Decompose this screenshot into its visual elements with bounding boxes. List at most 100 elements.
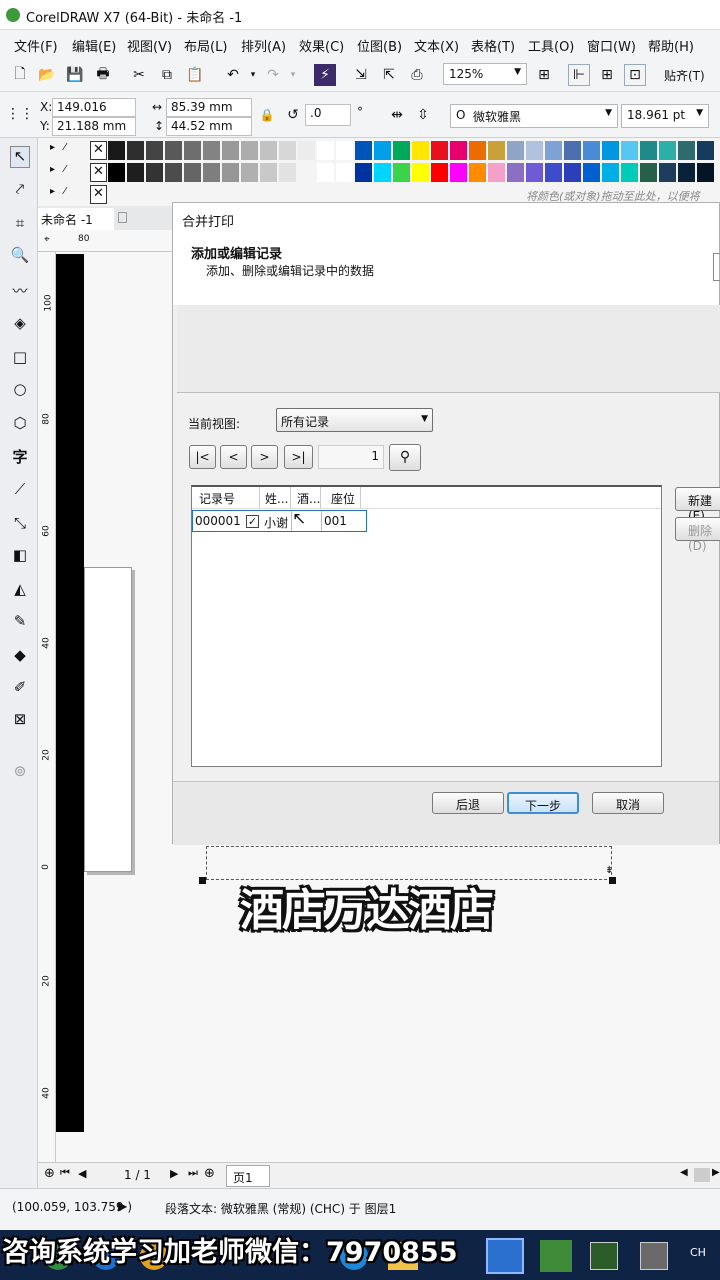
document-tab[interactable]: 未命名 -1 [38,208,114,230]
menu-effects[interactable]: 效果(C) [299,36,344,55]
text-tool-icon[interactable]: 字 [10,446,30,468]
connector-tool-icon[interactable]: ⤡ [10,514,30,536]
column-header-record-no[interactable]: 记录号 [192,487,260,508]
first-page-icon[interactable]: ⏮ [60,1166,70,1180]
menu-tools[interactable]: 工具(O) [528,36,574,55]
ellipse-tool-icon[interactable]: ○ [10,380,30,402]
color-swatch[interactable] [317,163,334,182]
color-swatch[interactable] [317,141,334,160]
menu-view[interactable]: 视图(V) [127,36,172,55]
menu-text[interactable]: 文本(X) [414,36,459,55]
rectangle-tool-icon[interactable]: □ [10,348,30,370]
last-page-icon[interactable]: ⏭ [188,1166,198,1180]
tab-close-icon[interactable] [118,212,127,223]
crop-tool-icon[interactable]: ⌗ [10,214,30,236]
table-row[interactable]: 000001 ✓ 小谢 001 [192,510,367,532]
add-page-icon[interactable]: ⊕ [44,1166,55,1181]
font-size-combo[interactable]: 18.961 pt ▼ [621,104,709,128]
menu-bitmaps[interactable]: 位图(B) [357,36,402,55]
prev-page-icon[interactable]: ◀ [78,1167,86,1180]
color-swatch[interactable] [640,141,657,160]
dimension-tool-icon[interactable]: ⟋ [10,480,30,502]
name-cell[interactable]: 小谢 [264,514,288,531]
color-swatch[interactable] [526,163,543,182]
color-swatch[interactable] [260,141,277,160]
color-swatch[interactable] [659,163,676,182]
color-swatch[interactable] [659,141,676,160]
redo-icon[interactable]: ↷ [262,64,284,86]
font-list-combo[interactable]: O 微软雅黑 ▼ [450,104,618,128]
color-swatch[interactable] [545,163,562,182]
color-swatch[interactable] [526,141,543,160]
eyedropper-icon[interactable]: ⁄ [64,186,66,197]
color-swatch[interactable] [108,141,125,160]
open-folder-icon[interactable]: 📂 [36,64,58,86]
color-swatch[interactable] [431,141,448,160]
language-indicator[interactable]: CH [690,1246,706,1259]
corel-connect-icon[interactable]: ⚡ [314,64,336,86]
paste-icon[interactable]: 📋 [184,64,206,86]
seat-cell[interactable]: 001 [324,514,347,528]
color-swatch[interactable] [184,141,201,160]
record-include-checkbox[interactable]: ✓ [246,515,259,528]
undo-dropdown-icon[interactable]: ▾ [242,64,264,86]
taskbar-app2-icon[interactable] [590,1242,618,1270]
horizontal-scrollbar[interactable] [694,1168,710,1182]
column-header-seat[interactable]: 座位 [321,487,361,508]
smart-drawing-icon[interactable]: ✐ [10,678,30,700]
color-swatch[interactable] [203,141,220,160]
menu-layout[interactable]: 布局(L) [184,36,227,55]
status-expand-icon[interactable]: ▶ [118,1199,127,1213]
color-swatch[interactable] [583,141,600,160]
no-color-swatch[interactable]: ✕ [90,185,107,204]
last-record-button[interactable]: >| [284,445,313,469]
find-binoculars-icon[interactable]: ⚲ [389,444,421,471]
text-flow-icon[interactable]: ⇟ [605,865,613,876]
current-view-select[interactable]: 所有记录 ▼ [276,408,433,432]
color-swatch[interactable] [146,163,163,182]
color-swatch[interactable] [355,163,372,182]
color-swatch[interactable] [241,141,258,160]
color-swatch[interactable] [602,163,619,182]
color-swatch[interactable] [678,163,695,182]
color-swatch[interactable] [621,163,638,182]
taskbar-app3-icon[interactable] [640,1242,668,1270]
rotation-angle-field[interactable]: .0 [305,104,351,126]
back-button[interactable]: 后退 [432,792,504,814]
color-swatch[interactable] [260,163,277,182]
black-rectangle-object[interactable] [56,254,84,1132]
menu-table[interactable]: 表格(T) [471,36,515,55]
y-position-field[interactable]: 21.188 mm [52,117,136,136]
rotate-icon[interactable]: ↺ [282,104,304,126]
mirror-vertical-icon[interactable]: ⇳ [412,104,434,126]
save-icon[interactable]: 💾 [64,64,86,86]
import-icon[interactable]: ⇲ [350,64,372,86]
color-swatch[interactable] [222,163,239,182]
palette-scroll-icon[interactable]: ▸ [50,164,55,175]
scroll-left-icon[interactable]: ◀ [680,1167,688,1178]
guidelines-icon[interactable]: ⊡ [624,64,646,86]
expand-toolbox-icon[interactable]: ⊚ [10,762,30,784]
export-icon[interactable]: ⇱ [378,64,400,86]
color-swatch[interactable] [298,141,315,160]
zoom-tool-icon[interactable]: 🔍 [10,246,30,268]
x-position-field[interactable]: 149.016 mm [52,98,136,128]
color-swatch[interactable] [146,141,163,160]
eyedropper-icon[interactable]: ⁄ [64,164,66,175]
outline-pen-icon[interactable]: ⊠ [10,710,30,732]
horizontal-ruler[interactable]: ⌖ 80 [38,230,173,252]
add-page-after-icon[interactable]: ⊕ [204,1166,215,1181]
transparency-tool-icon[interactable]: ◭ [10,580,30,602]
delete-record-button[interactable]: 删除(D) [675,517,720,553]
color-swatch[interactable] [697,141,714,160]
color-swatch[interactable] [488,141,505,160]
color-swatch[interactable] [279,163,296,182]
color-swatch[interactable] [108,163,125,182]
color-swatch[interactable] [279,141,296,160]
new-document-icon[interactable]: 🗋 [9,64,31,86]
object-origin-icon[interactable]: ⋮⋮ [6,103,34,125]
height-field[interactable]: 44.52 mm [166,117,252,136]
color-swatch[interactable] [374,163,391,182]
menu-edit[interactable]: 编辑(E) [72,36,116,55]
color-swatch[interactable] [336,141,353,160]
